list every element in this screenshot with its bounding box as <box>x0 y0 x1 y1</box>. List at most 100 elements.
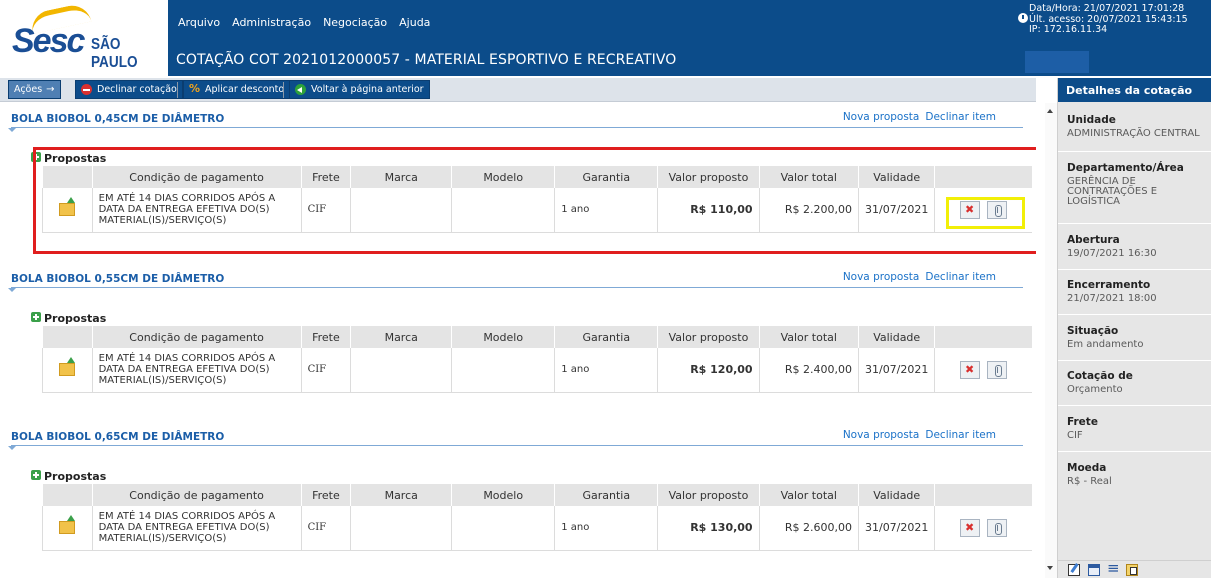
propostas-table: Condição de pagamento Frete Marca Modelo… <box>42 484 1032 551</box>
declinar-item-link[interactable]: Declinar item <box>925 429 996 441</box>
cell-condicao: EM ATÉ 14 DIAS CORRIDOS APÓS A DATA DA E… <box>91 348 302 392</box>
declinar-item-link[interactable]: Declinar item <box>925 271 996 283</box>
detail-encerramento: Encerramento 21/07/2021 18:00 <box>1067 279 1207 304</box>
section-divider <box>11 287 1023 288</box>
nova-proposta-link[interactable]: Nova proposta <box>843 429 920 441</box>
menu-arquivo[interactable]: Arquivo <box>178 16 220 29</box>
col-valor-proposto: Valor proposto <box>657 326 760 348</box>
cell-garantia: 1 ano <box>554 506 658 550</box>
acoes-button[interactable]: Ações → <box>8 80 61 99</box>
section-divider <box>11 127 1023 128</box>
declinar-item-link[interactable]: Declinar item <box>925 111 996 123</box>
page-title: COTAÇÃO COT 2021012000057 - MATERIAL ESP… <box>176 52 677 68</box>
cell-garantia: 1 ano <box>554 348 658 392</box>
decline-icon <box>81 84 92 95</box>
col-frete: Frete <box>300 484 351 506</box>
header-user-box[interactable] <box>1025 51 1089 73</box>
arrow-right-icon: → <box>46 84 55 95</box>
detail-value: 19/07/2021 16:30 <box>1067 248 1157 259</box>
detail-departamento: Departamento/Área GERÊNCIA DE CONTRATAÇÕ… <box>1067 162 1207 207</box>
col-condicao: Condição de pagamento <box>91 326 302 348</box>
collapse-indicator-icon[interactable] <box>8 446 16 450</box>
col-condicao: Condição de pagamento <box>91 484 302 506</box>
document-icon[interactable] <box>1126 564 1138 576</box>
detail-frete: Frete CIF <box>1067 416 1207 441</box>
detail-label: Abertura <box>1067 234 1120 246</box>
collapse-indicator-icon[interactable] <box>8 288 16 292</box>
cell-condicao: EM ATÉ 14 DIAS CORRIDOS APÓS A DATA DA E… <box>91 506 302 550</box>
propostas-label: Propostas <box>44 312 107 325</box>
sidebar-divider <box>1058 269 1211 270</box>
detail-label: Departamento/Área <box>1067 162 1184 174</box>
table-row: EM ATÉ 14 DIAS CORRIDOS APÓS A DATA DA E… <box>42 348 1032 392</box>
table-header: Condição de pagamento Frete Marca Modelo… <box>42 326 1032 348</box>
detail-moeda: Moeda R$ - Real <box>1067 462 1207 487</box>
col-modelo: Modelo <box>451 484 555 506</box>
add-icon[interactable] <box>31 312 41 322</box>
table-row: EM ATÉ 14 DIAS CORRIDOS APÓS A DATA DA E… <box>42 506 1032 550</box>
declinar-cotacao-button[interactable]: Declinar cotação <box>75 80 183 99</box>
menu-negociacao[interactable]: Negociação <box>323 16 387 29</box>
item-links: Nova proposta Declinar item <box>843 111 996 123</box>
detail-label: Encerramento <box>1067 279 1151 291</box>
cell-modelo <box>451 506 555 550</box>
main-scrollbar[interactable] <box>1045 103 1057 578</box>
col-frete: Frete <box>300 326 351 348</box>
calendar-icon[interactable] <box>1088 564 1100 576</box>
main-menu: Arquivo Administração Negociação Ajuda <box>178 16 430 29</box>
detail-abertura: Abertura 19/07/2021 16:30 <box>1067 234 1207 259</box>
col-validade: Validade <box>857 326 935 348</box>
clock-icon <box>1018 13 1028 23</box>
detail-value: Orçamento <box>1067 384 1123 395</box>
acoes-label: Ações <box>14 84 43 95</box>
sidebar-divider <box>1058 223 1211 224</box>
aplicar-desconto-button[interactable]: Aplicar desconto <box>183 80 291 99</box>
detail-label: Situação <box>1067 325 1119 337</box>
menu-ajuda[interactable]: Ajuda <box>399 16 430 29</box>
col-icon <box>42 326 93 348</box>
toolbar-divider <box>177 82 178 98</box>
sidebar-divider <box>1058 405 1211 406</box>
menu-administracao[interactable]: Administração <box>232 16 311 29</box>
back-icon <box>295 84 306 95</box>
col-marca: Marca <box>350 326 452 348</box>
attachment-icon[interactable] <box>987 518 1008 537</box>
add-icon[interactable] <box>31 470 41 480</box>
discount-icon <box>189 82 200 95</box>
voltar-pagina-button[interactable]: Voltar à página anterior <box>289 80 430 99</box>
scroll-down-icon[interactable] <box>1047 566 1053 570</box>
folder-upload-icon[interactable] <box>59 515 76 535</box>
delete-icon[interactable] <box>959 360 980 379</box>
row-icon-cell <box>42 348 93 392</box>
session-datetime: Data/Hora: 21/07/2021 17:01:28 <box>1029 3 1185 14</box>
highlight-red-box <box>33 147 1036 254</box>
col-valor-total: Valor total <box>758 484 859 506</box>
detail-label: Frete <box>1067 416 1098 428</box>
delete-icon[interactable] <box>959 518 980 537</box>
app-root: Sesc SÃO PAULO Arquivo Administração Neg… <box>0 0 1211 578</box>
nova-proposta-link[interactable]: Nova proposta <box>843 111 920 123</box>
propostas-label: Propostas <box>44 470 107 483</box>
collapse-indicator-icon[interactable] <box>8 128 16 132</box>
sesc-logo[interactable]: Sesc SÃO PAULO <box>0 0 168 76</box>
folder-upload-icon[interactable] <box>59 357 76 377</box>
detail-situacao: Situação Em andamento <box>1067 325 1207 350</box>
sidebar-divider <box>1058 151 1211 152</box>
attachment-icon[interactable] <box>987 360 1008 379</box>
detail-value: R$ - Real <box>1067 476 1112 487</box>
item-links: Nova proposta Declinar item <box>843 271 996 283</box>
detail-value: ADMINISTRAÇÃO CENTRAL <box>1067 128 1200 139</box>
detail-value: 21/07/2021 18:00 <box>1067 293 1157 304</box>
col-marca: Marca <box>350 484 452 506</box>
col-garantia: Garantia <box>554 326 658 348</box>
scroll-up-icon[interactable] <box>1047 109 1053 113</box>
sidebar-divider <box>1058 314 1211 315</box>
logo-brand: Sesc <box>12 22 85 60</box>
edit-icon[interactable] <box>1068 564 1080 576</box>
nova-proposta-link[interactable]: Nova proposta <box>843 271 920 283</box>
detail-value: Em andamento <box>1067 339 1144 350</box>
col-actions <box>934 484 1032 506</box>
list-icon[interactable] <box>1107 559 1120 577</box>
detail-label: Cotação de <box>1067 370 1133 382</box>
propostas-table: Condição de pagamento Frete Marca Modelo… <box>42 326 1032 393</box>
